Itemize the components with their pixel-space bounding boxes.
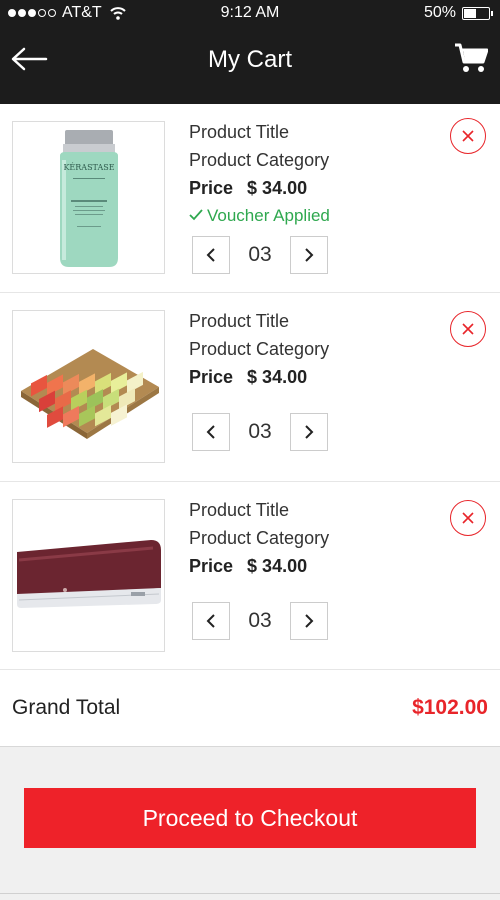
cart-item: Product Title Product Category Price $ 34… <box>0 482 500 670</box>
chevron-left-icon <box>206 425 215 439</box>
increase-quantity-button[interactable] <box>290 236 328 274</box>
chevron-left-icon <box>206 614 215 628</box>
chevron-left-icon <box>206 248 215 262</box>
quantity-stepper: 03 <box>192 413 328 451</box>
product-category: Product Category <box>189 339 330 359</box>
price-label: Price <box>189 367 234 387</box>
remove-item-button[interactable] <box>450 500 486 536</box>
price-value: $ 34.00 <box>247 367 308 387</box>
quantity-stepper: 03 <box>192 602 328 640</box>
status-bar: AT&T 9:12 AM 50% <box>0 0 500 26</box>
product-title[interactable]: Product Title <box>189 496 329 524</box>
price-row: Price $ 34.00 <box>189 363 329 391</box>
remove-item-button[interactable] <box>450 311 486 347</box>
cart-item: KÉRASTASE Product Title Product Category… <box>0 104 500 293</box>
product-title[interactable]: Product Title <box>189 307 329 335</box>
shopping-cart-icon[interactable] <box>454 42 488 74</box>
voucher-label: Voucher Applied <box>207 206 330 225</box>
grand-total-row: Grand Total $102.00 <box>0 670 500 747</box>
page-title: My Cart <box>208 46 292 73</box>
close-icon <box>462 512 474 524</box>
voucher-status: Voucher Applied <box>189 202 330 230</box>
proceed-to-checkout-button[interactable]: Proceed to Checkout <box>24 788 476 848</box>
product-title[interactable]: Product Title <box>189 118 330 146</box>
cart-list: KÉRASTASE Product Title Product Category… <box>0 104 500 670</box>
product-brand: KÉRASTASE <box>63 163 114 172</box>
nav-bar: My Cart <box>0 26 500 104</box>
price-row: Price $ 34.00 <box>189 552 329 580</box>
quantity-value: 03 <box>248 609 272 632</box>
quantity-stepper: 03 <box>192 236 328 274</box>
close-icon <box>462 323 474 335</box>
price-value: $ 34.00 <box>247 178 308 198</box>
chevron-right-icon <box>305 614 314 628</box>
grand-total-label: Grand Total <box>12 696 121 719</box>
price-label: Price <box>189 178 234 198</box>
chevron-right-icon <box>305 248 314 262</box>
check-icon <box>189 209 203 221</box>
product-image-air-conditioner[interactable] <box>12 499 165 652</box>
battery-percent: 50% <box>423 4 456 21</box>
chevron-right-icon <box>305 425 314 439</box>
increase-quantity-button[interactable] <box>290 602 328 640</box>
decrease-quantity-button[interactable] <box>192 236 230 274</box>
price-row: Price $ 34.00 <box>189 174 330 202</box>
grand-total-value: $102.00 <box>412 696 488 719</box>
product-info: Product Title Product Category Price $ 34… <box>189 118 330 230</box>
price-label: Price <box>189 556 234 576</box>
divider <box>0 893 500 894</box>
battery-icon <box>462 6 493 20</box>
product-category: Product Category <box>189 528 330 548</box>
remove-item-button[interactable] <box>450 118 486 154</box>
product-image-soap[interactable] <box>12 310 165 463</box>
close-icon <box>462 130 474 142</box>
decrease-quantity-button[interactable] <box>192 413 230 451</box>
price-value: $ 34.00 <box>247 556 308 576</box>
quantity-value: 03 <box>248 243 272 266</box>
increase-quantity-button[interactable] <box>290 413 328 451</box>
cart-item: Product Title Product Category Price $ 34… <box>0 293 500 482</box>
quantity-value: 03 <box>248 420 272 443</box>
product-info: Product Title Product Category Price $ 34… <box>189 307 329 391</box>
decrease-quantity-button[interactable] <box>192 602 230 640</box>
product-image-shampoo[interactable]: KÉRASTASE <box>12 121 165 274</box>
product-info: Product Title Product Category Price $ 34… <box>189 496 329 580</box>
product-category: Product Category <box>189 150 330 170</box>
